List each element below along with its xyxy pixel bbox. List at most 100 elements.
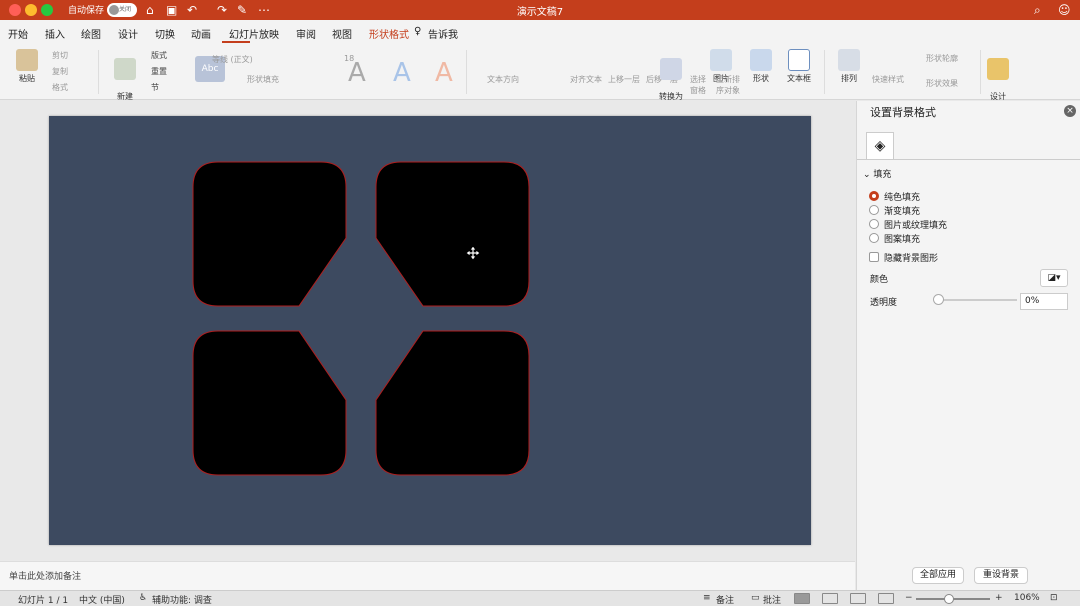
font-name-box[interactable]: 等线 (正文) xyxy=(212,54,253,65)
shape-top-left[interactable] xyxy=(192,161,347,307)
tab-insert[interactable]: 插入 xyxy=(45,26,65,41)
fill-bucket-icon[interactable]: ◈ xyxy=(866,132,894,159)
reset-button[interactable]: 重置 xyxy=(151,66,167,77)
ribbon-divider xyxy=(980,50,981,94)
tab-slideshow[interactable]: 幻灯片放映 xyxy=(229,26,279,41)
language-indicator[interactable]: 中文 (中国) xyxy=(79,593,125,606)
reset-background-button[interactable]: 重设背景 xyxy=(974,567,1028,584)
apply-to-all-button[interactable]: 全部应用 xyxy=(912,567,964,584)
reorder-objects-button[interactable]: 重新排 序对象 xyxy=(716,74,740,96)
radio-button[interactable] xyxy=(869,191,879,201)
text-style-a-icon[interactable]: A xyxy=(348,58,366,88)
bring-forward-button[interactable]: 上移一层 xyxy=(608,74,640,85)
ribbon-divider xyxy=(98,50,99,94)
shapes-icon xyxy=(750,49,772,71)
zoom-slider-handle[interactable] xyxy=(944,594,955,604)
shape-bottom-right[interactable] xyxy=(375,330,530,476)
comment-icon: ▭ xyxy=(751,593,760,603)
slideshow-button[interactable] xyxy=(878,593,894,604)
new-slide-icon xyxy=(114,58,136,80)
notes-pane[interactable]: 单击此处添加备注 xyxy=(0,561,855,590)
tell-me[interactable]: 告诉我 xyxy=(428,26,458,41)
radio-solid-fill[interactable]: 纯色填充 xyxy=(869,190,920,203)
fit-to-window-icon[interactable]: ⊡ xyxy=(1050,593,1058,603)
zoom-level[interactable]: 106% xyxy=(1014,593,1040,603)
document-title: 演示文稿7 xyxy=(516,7,564,18)
notes-icon: ≡ xyxy=(703,593,711,603)
color-picker-button[interactable]: ◪▾ xyxy=(1040,269,1068,287)
paste-button[interactable]: 粘贴 xyxy=(8,49,46,84)
account-icon[interactable]: ☺ xyxy=(1058,2,1071,18)
accessibility-status[interactable]: 辅助功能: 调查 xyxy=(152,593,212,606)
accessibility-icon: ♿ xyxy=(139,593,148,603)
normal-view-button[interactable] xyxy=(794,593,810,604)
clipboard-icon xyxy=(16,49,38,71)
lightbulb-icon: ♀ xyxy=(414,26,422,37)
text-fill-a-icon[interactable]: A xyxy=(393,58,411,88)
shapes-button[interactable]: 形状 xyxy=(746,49,776,84)
hide-background-checkbox[interactable]: 隐藏背景图形 xyxy=(869,251,938,264)
notes-placeholder[interactable]: 单击此处添加备注 xyxy=(9,569,81,582)
search-icon[interactable]: ⌕ xyxy=(1034,2,1041,18)
transparency-input[interactable]: 0% xyxy=(1020,293,1068,310)
textbox-button[interactable]: 文本框 xyxy=(782,49,816,84)
tab-draw[interactable]: 绘图 xyxy=(81,26,101,41)
fill-section-header[interactable]: ⌄ 填充 xyxy=(863,167,891,180)
format-painter-button[interactable]: 格式 xyxy=(52,82,68,93)
selection-pane-button[interactable]: 选择 窗格 xyxy=(690,74,706,96)
slide[interactable] xyxy=(49,116,811,545)
ribbon-divider xyxy=(824,50,825,94)
zoom-out-button[interactable]: − xyxy=(905,593,913,603)
section-button[interactable]: 节 xyxy=(151,82,159,93)
radio-pattern-fill[interactable]: 图案填充 xyxy=(869,232,920,245)
format-background-pane: 设置背景格式 × ◈ ⌄ 填充 纯色填充 渐变填充 图片或纹理填充 图案填充 隐… xyxy=(856,101,1080,590)
text-direction-button[interactable]: 文本方向 xyxy=(487,74,519,85)
radio-button[interactable] xyxy=(869,205,879,215)
shape-outline-button[interactable]: 形状轮廓 xyxy=(926,53,958,64)
arrange-button[interactable]: 排列 xyxy=(834,49,864,84)
paint-bucket-icon: ◪▾ xyxy=(1047,273,1061,283)
color-label: 颜色 xyxy=(870,275,889,285)
copy-button[interactable]: 复制 xyxy=(52,66,68,77)
shape-effects-button[interactable]: 形状效果 xyxy=(926,78,958,89)
radio-gradient-fill[interactable]: 渐变填充 xyxy=(869,204,920,217)
textbox-icon xyxy=(788,49,810,71)
slide-sorter-button[interactable] xyxy=(822,593,838,604)
slide-canvas-area[interactable] xyxy=(0,101,855,561)
slide-counter: 幻灯片 1 / 1 xyxy=(18,596,69,606)
comments-toggle[interactable]: 批注 xyxy=(763,593,781,606)
shape-bottom-left[interactable] xyxy=(192,330,347,476)
tab-view[interactable]: 视图 xyxy=(332,26,352,41)
tab-design[interactable]: 设计 xyxy=(118,26,138,41)
reading-view-button[interactable] xyxy=(850,593,866,604)
tab-animations[interactable]: 动画 xyxy=(191,26,211,41)
tab-shape-format[interactable]: 形状格式 xyxy=(369,26,409,41)
transparency-label: 透明度 xyxy=(870,298,898,308)
align-text-button[interactable]: 对齐文本 xyxy=(570,74,602,85)
close-icon[interactable]: × xyxy=(1064,105,1076,117)
title-bar: 自动保存 关闭 ⌂ ▣ ↶ ↷ ✎ ⋯ 演示文稿7 ⌕ ☺ xyxy=(0,0,1080,20)
zoom-in-button[interactable]: + xyxy=(995,593,1003,603)
shape-top-right[interactable] xyxy=(375,161,530,307)
notes-toggle[interactable]: 备注 xyxy=(716,593,734,606)
active-tab-underline xyxy=(222,41,250,43)
tab-review[interactable]: 审阅 xyxy=(296,26,316,41)
radio-button[interactable] xyxy=(869,233,879,243)
transparency-slider-handle[interactable] xyxy=(933,294,944,305)
shape-fill-button[interactable]: 形状填充 xyxy=(247,74,279,85)
cut-button[interactable]: 剪切 xyxy=(52,50,68,61)
menu-bar: 开始 插入 绘图 设计 切换 动画 幻灯片放映 审阅 视图 形状格式 ♀ 告诉我… xyxy=(0,20,1080,74)
pane-divider xyxy=(857,159,1080,160)
text-outline-a-icon[interactable]: A xyxy=(435,58,453,88)
checkbox[interactable] xyxy=(869,252,879,262)
layout-button[interactable]: 版式 xyxy=(151,50,167,61)
radio-picture-fill[interactable]: 图片或纹理填充 xyxy=(869,218,947,231)
quick-styles-button[interactable]: 快速样式 xyxy=(872,74,904,85)
design-ideas-icon xyxy=(987,58,1009,80)
smartart-icon xyxy=(660,58,682,80)
tab-home[interactable]: 开始 xyxy=(8,26,28,41)
chevron-down-icon: ⌄ xyxy=(863,170,874,180)
transparency-slider[interactable] xyxy=(937,299,1017,301)
tab-transitions[interactable]: 切换 xyxy=(155,26,175,41)
radio-button[interactable] xyxy=(869,219,879,229)
